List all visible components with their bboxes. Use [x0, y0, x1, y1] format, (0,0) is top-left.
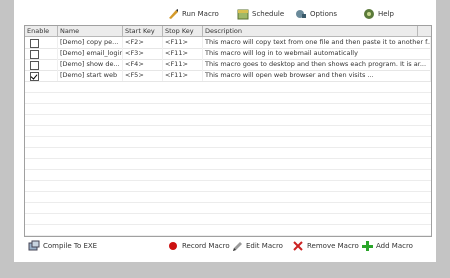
macro-name: [Demo] copy pe...	[58, 37, 123, 48]
remove-x-icon	[292, 240, 304, 252]
toolbar: Run Macro Schedule Options Help	[14, 0, 436, 24]
footer-toolbar: Compile To EXE Record Macro Edit Macro R…	[14, 238, 436, 254]
run-macro-button[interactable]: Run Macro	[167, 7, 219, 21]
macro-description: This macro goes to desktop and then show…	[203, 59, 431, 70]
stop-key: <F11>	[163, 48, 203, 59]
run-macro-label: Run Macro	[182, 10, 219, 18]
schedule-label: Schedule	[252, 10, 285, 18]
edit-macro-button[interactable]: Edit Macro	[231, 240, 283, 252]
macro-description: This macro will log in to webmail automa…	[203, 48, 431, 59]
options-icon	[295, 8, 307, 20]
add-macro-button[interactable]: Add Macro	[361, 240, 413, 252]
stop-key: <F11>	[163, 70, 203, 81]
enable-checkbox[interactable]	[30, 61, 39, 70]
window-border-right	[436, 0, 450, 278]
schedule-icon	[237, 8, 249, 20]
add-label: Add Macro	[376, 242, 413, 250]
start-key: <F3>	[123, 48, 163, 59]
stop-key: <F11>	[163, 37, 203, 48]
window-border-left	[0, 0, 14, 278]
record-dot-icon	[167, 240, 179, 252]
macro-description: This macro will copy text from one file …	[205, 37, 431, 48]
enable-checkbox[interactable]	[30, 72, 39, 81]
record-macro-button[interactable]: Record Macro	[167, 240, 230, 252]
enable-checkbox[interactable]	[30, 39, 39, 48]
enable-checkbox[interactable]	[30, 50, 39, 59]
remove-macro-button[interactable]: Remove Macro	[292, 240, 359, 252]
compile-label: Compile To EXE	[43, 242, 98, 250]
col-start-key[interactable]: Start Key	[123, 26, 163, 36]
options-button[interactable]: Options	[295, 7, 337, 21]
macro-name: [Demo] email_login	[60, 48, 123, 59]
schedule-button[interactable]: Schedule	[237, 7, 284, 21]
edit-label: Edit Macro	[246, 242, 283, 250]
col-stop-key[interactable]: Stop Key	[163, 26, 203, 36]
start-key: <F4>	[123, 59, 163, 70]
macro-name: [Demo] start web	[58, 70, 123, 81]
run-macro-icon	[167, 8, 179, 20]
compile-icon	[28, 240, 40, 252]
macro-table: Enable Name Start Key Stop Key Descripti…	[24, 25, 432, 237]
start-key: <F2>	[123, 37, 163, 48]
table-header: Enable Name Start Key Stop Key Descripti…	[25, 26, 431, 37]
stop-key: <F11>	[163, 59, 203, 70]
start-key: <F5>	[123, 70, 163, 81]
main-panel: Run Macro Schedule Options Help Enable N…	[14, 0, 436, 262]
macro-description: This macro will open web browser and the…	[203, 70, 431, 81]
macro-name: [Demo] show de...	[58, 59, 123, 70]
record-label: Record Macro	[182, 242, 230, 250]
pencil-icon	[231, 240, 243, 252]
help-icon	[363, 8, 375, 20]
add-plus-icon	[361, 240, 373, 252]
col-name[interactable]: Name	[58, 26, 123, 36]
remove-label: Remove Macro	[307, 242, 359, 250]
help-button[interactable]: Help	[363, 7, 394, 21]
compile-to-exe-button[interactable]: Compile To EXE	[28, 240, 97, 252]
options-label: Options	[310, 10, 338, 18]
col-description[interactable]: Description	[203, 26, 418, 36]
help-label: Help	[378, 10, 394, 18]
empty-row	[25, 224, 431, 236]
col-enable[interactable]: Enable	[25, 26, 58, 36]
